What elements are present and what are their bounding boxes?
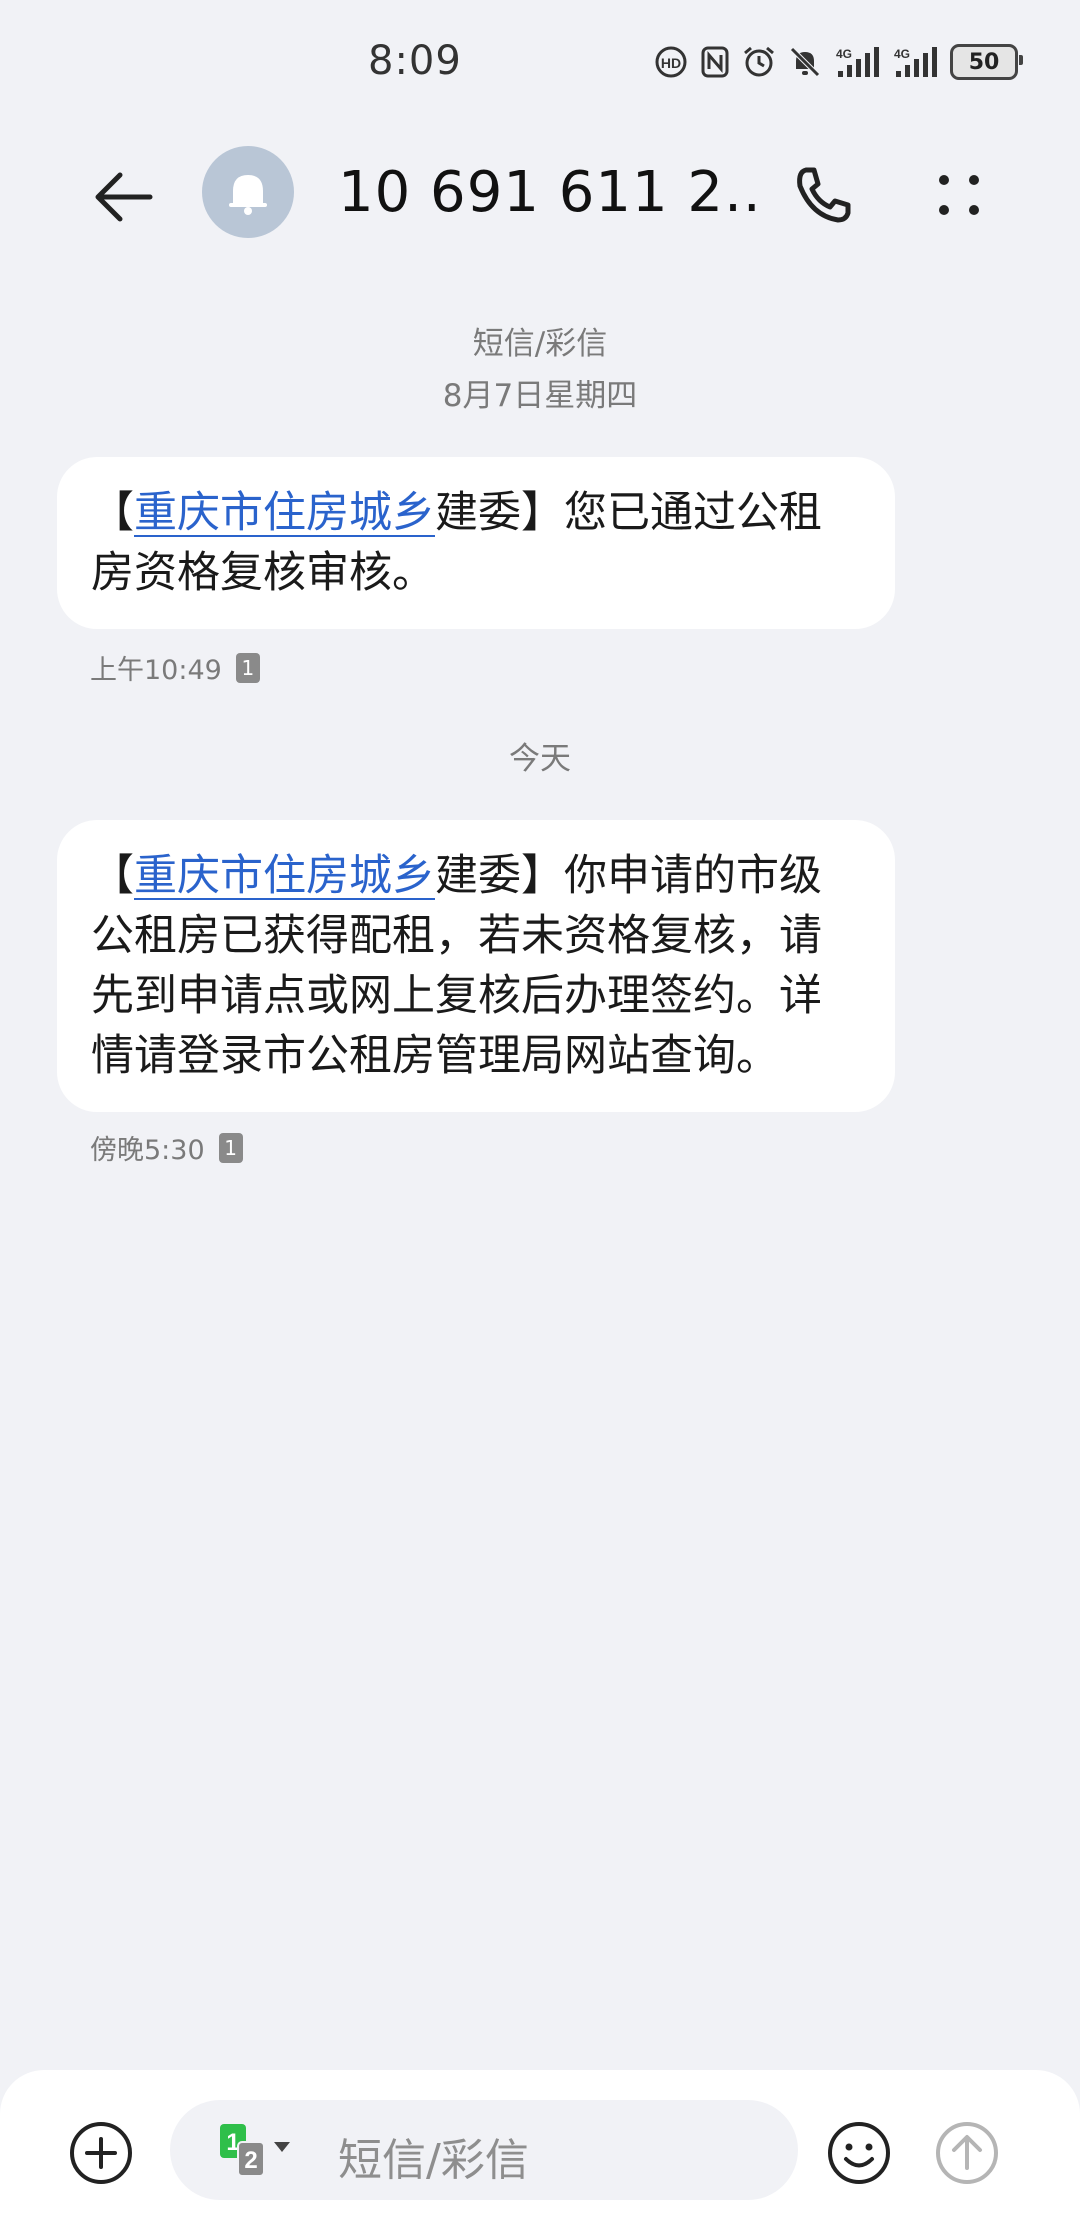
- svg-text:4G: 4G: [894, 47, 910, 61]
- call-button[interactable]: [788, 160, 858, 230]
- bracket-open: 【: [91, 851, 134, 901]
- svg-text:HD: HD: [661, 55, 681, 71]
- today-label: 今天: [509, 741, 571, 777]
- emoji-button[interactable]: [826, 2120, 892, 2186]
- plus-circle-icon: [70, 2122, 132, 2184]
- phone-icon: [797, 167, 851, 223]
- message-meta: 上午10:49 1: [90, 648, 260, 687]
- hd-call-icon: HD: [654, 45, 688, 79]
- add-attachment-button[interactable]: [68, 2120, 134, 2186]
- message-time: 傍晚5:30: [90, 1135, 205, 1166]
- status-bar: 8:09 HD 4G 4G 50: [0, 0, 1080, 120]
- nfc-icon: [700, 45, 730, 79]
- dual-sim-icon: 1 2: [220, 2124, 290, 2177]
- signal-4g-1-icon: 4G: [834, 45, 880, 79]
- message-input[interactable]: 1 2 短信/彩信: [170, 2100, 798, 2200]
- smiley-icon: [828, 2122, 890, 2184]
- date-label: 8月7日星期四: [442, 378, 638, 414]
- alarm-icon: [742, 45, 776, 79]
- back-button[interactable]: [88, 162, 158, 232]
- sim-secondary-label: 2: [244, 2147, 257, 2174]
- status-time: 8:09: [368, 38, 462, 84]
- contact-title[interactable]: 10 691 611 2...: [338, 160, 758, 225]
- message-bubble[interactable]: 【重庆市住房城乡建委】您已通过公租房资格复核审核。: [57, 457, 895, 629]
- compose-bar: 1 2 短信/彩信: [0, 2070, 1080, 2228]
- sim-card-icon: 1: [235, 652, 260, 683]
- bell-icon: [229, 175, 267, 215]
- message-meta: 傍晚5:30 1: [90, 1128, 243, 1167]
- message-time: 上午10:49: [90, 655, 222, 686]
- message-type-label: 短信/彩信: [472, 326, 608, 362]
- battery-icon: 50: [950, 44, 1023, 80]
- mute-icon: [788, 45, 822, 79]
- send-arrow-up-icon: [936, 2122, 998, 2184]
- more-dots-icon: [939, 175, 979, 215]
- send-button[interactable]: [934, 2120, 1000, 2186]
- message-bubble[interactable]: 【重庆市住房城乡建委】你申请的市级公租房已获得配租，若未资格复核，请先到申请点或…: [57, 820, 895, 1112]
- sim-selector[interactable]: 1 2: [214, 2122, 304, 2182]
- more-options-button[interactable]: [924, 160, 994, 230]
- input-placeholder: 短信/彩信: [338, 2135, 529, 2186]
- signal-4g-2-icon: 4G: [892, 45, 938, 79]
- back-arrow-icon: [95, 172, 153, 222]
- sim-card-icon: 1: [218, 1132, 243, 1163]
- avatar[interactable]: [202, 146, 294, 238]
- status-icons: HD 4G 4G 50: [654, 44, 1023, 80]
- sender-link[interactable]: 重庆市住房城乡: [134, 851, 435, 901]
- svg-text:4G: 4G: [836, 47, 852, 61]
- bracket-open: 【: [91, 488, 134, 538]
- sender-link[interactable]: 重庆市住房城乡: [134, 488, 435, 538]
- dropdown-caret-icon: [274, 2142, 290, 2152]
- conversation-header: 10 691 611 2...: [0, 140, 1080, 250]
